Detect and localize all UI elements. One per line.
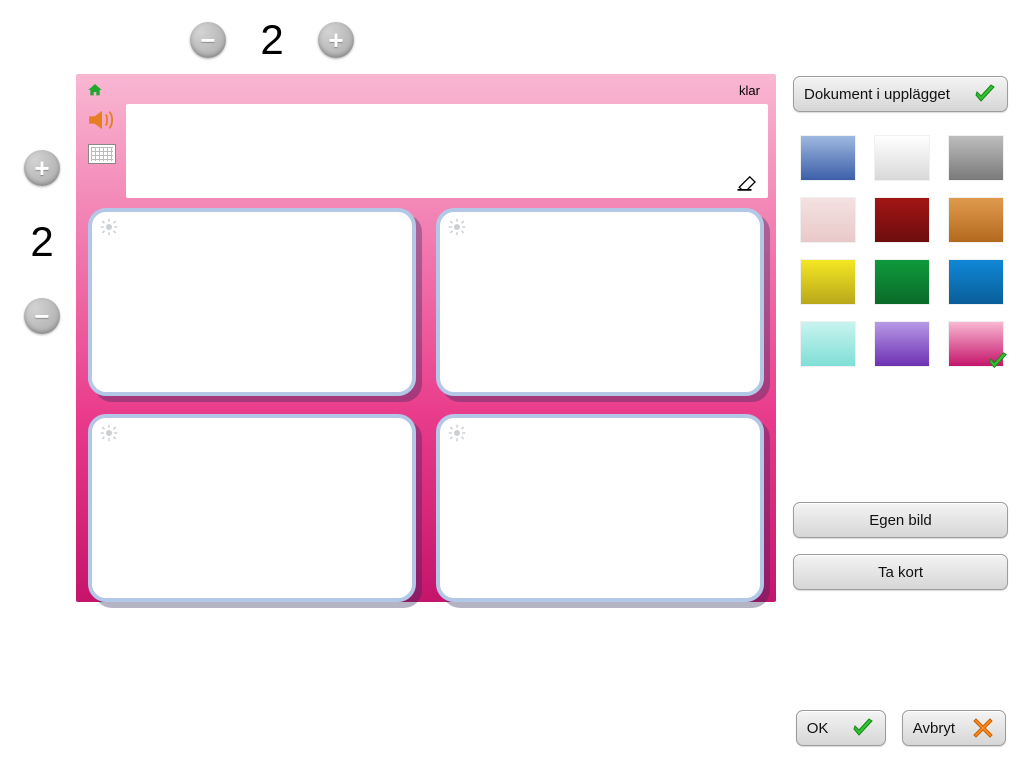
color-swatch[interactable]	[949, 260, 1003, 304]
board-canvas: klar	[76, 74, 776, 602]
color-swatch[interactable]	[875, 322, 929, 366]
color-swatch[interactable]	[949, 136, 1003, 180]
color-swatch[interactable]	[801, 260, 855, 304]
ok-button[interactable]: OK	[796, 710, 886, 746]
row-count-controls: + 2 −	[24, 150, 60, 334]
own-image-button[interactable]: Egen bild	[793, 502, 1008, 538]
columns-count-label: 2	[260, 16, 284, 64]
keyboard-icon[interactable]	[87, 142, 117, 166]
canvas-header: klar	[84, 80, 768, 100]
document-in-layout-button[interactable]: Dokument i upplägget	[793, 76, 1008, 112]
card-cell[interactable]	[436, 414, 764, 602]
document-in-layout-label: Dokument i upplägget	[804, 86, 950, 103]
rows-plus-button[interactable]: +	[24, 150, 60, 186]
rows-minus-button[interactable]: −	[24, 298, 60, 334]
color-swatch[interactable]	[801, 322, 855, 366]
gear-icon[interactable]	[448, 218, 466, 236]
card-cell[interactable]	[88, 414, 416, 602]
color-swatch-grid	[793, 136, 1008, 366]
checkmark-icon	[973, 82, 997, 106]
own-image-label: Egen bild	[869, 512, 932, 529]
take-photo-button[interactable]: Ta kort	[793, 554, 1008, 590]
footer-buttons: OK Avbryt	[796, 710, 1006, 746]
checkmark-icon	[987, 350, 1009, 372]
rows-count-label: 2	[30, 218, 54, 266]
canvas-tool-column	[84, 104, 120, 198]
speaker-icon[interactable]	[87, 108, 117, 132]
gear-icon[interactable]	[100, 424, 118, 442]
color-swatch[interactable]	[949, 198, 1003, 242]
plus-icon: +	[34, 155, 49, 181]
color-swatch[interactable]	[801, 136, 855, 180]
gear-icon[interactable]	[100, 218, 118, 236]
card-cell[interactable]	[88, 208, 416, 396]
color-swatch[interactable]	[875, 136, 929, 180]
take-photo-label: Ta kort	[878, 564, 923, 581]
column-count-controls: − 2 +	[190, 16, 354, 64]
cancel-label: Avbryt	[913, 720, 955, 737]
color-swatch[interactable]	[949, 322, 1003, 366]
ready-label: klar	[739, 83, 760, 98]
checkmark-icon	[851, 716, 875, 740]
columns-plus-button[interactable]: +	[318, 22, 354, 58]
gear-icon[interactable]	[448, 424, 466, 442]
header-text-area[interactable]	[126, 104, 768, 198]
ok-label: OK	[807, 720, 829, 737]
cross-icon	[971, 716, 995, 740]
minus-icon: −	[34, 303, 49, 329]
minus-icon: −	[200, 27, 215, 53]
color-swatch[interactable]	[875, 260, 929, 304]
plus-icon: +	[328, 27, 343, 53]
color-swatch[interactable]	[875, 198, 929, 242]
columns-minus-button[interactable]: −	[190, 22, 226, 58]
canvas-body	[84, 104, 768, 198]
card-cell[interactable]	[436, 208, 764, 396]
card-grid	[84, 208, 768, 602]
cancel-button[interactable]: Avbryt	[902, 710, 1006, 746]
right-panel: Dokument i upplägget Egen bild Ta kort	[793, 76, 1008, 590]
home-icon[interactable]	[86, 82, 104, 98]
eraser-icon[interactable]	[734, 170, 762, 194]
color-swatch[interactable]	[801, 198, 855, 242]
